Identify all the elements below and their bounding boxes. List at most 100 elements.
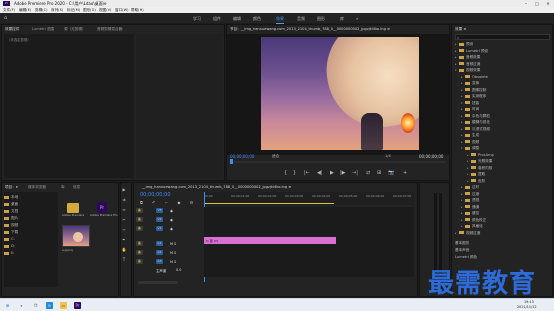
- track-name[interactable]: V1: [156, 226, 163, 231]
- maximize-button[interactable]: □: [532, 0, 542, 7]
- fit-dropdown[interactable]: 适合: [272, 154, 279, 159]
- effects-tree-item[interactable]: ▸ 实用程序: [455, 94, 554, 100]
- workspace-more-icon[interactable]: »: [356, 16, 358, 21]
- workspace-assembly[interactable]: 组件: [213, 16, 221, 22]
- thumb-folder[interactable]: Adobe Premiere: [62, 201, 84, 219]
- playhead-marker[interactable]: [230, 159, 233, 164]
- media-tree-item[interactable]: 下载: [4, 230, 56, 236]
- mark-in-button[interactable]: {: [284, 170, 287, 176]
- media-tree-item[interactable]: 文档: [4, 209, 56, 215]
- export-frame-button[interactable]: 📷: [388, 170, 394, 176]
- lock-icon[interactable]: 🔒: [136, 217, 143, 222]
- thumb-image[interactable]: [62, 225, 90, 247]
- effects-tree-item[interactable]: ▸ 风格化: [455, 224, 554, 230]
- essential-graphics-link[interactable]: 基本图形: [455, 241, 469, 246]
- effects-tree-item[interactable]: ▸ 模糊与锐化: [455, 120, 554, 126]
- effects-tree-item[interactable]: ▸ 颜色校正: [455, 218, 554, 224]
- search-icon[interactable]: ⌕: [18, 302, 25, 309]
- effects-tree-item[interactable]: ▸ 变换: [455, 81, 554, 87]
- pen-tool-icon[interactable]: ✒: [121, 237, 127, 243]
- mute-icon[interactable]: M S: [170, 260, 176, 264]
- track-name[interactable]: A1: [156, 241, 163, 246]
- track-area[interactable]: fx 图 [V]: [204, 207, 414, 277]
- quality-dropdown[interactable]: 1/4: [385, 154, 391, 158]
- effects-tree-item[interactable]: ▸ 过渡: [455, 192, 554, 198]
- step-forward-button[interactable]: |▶: [340, 170, 346, 176]
- mark-out-button[interactable]: }: [293, 170, 296, 176]
- media-tree-item[interactable]: D:: [4, 244, 56, 250]
- tab-effect-controls[interactable]: 效果控件: [5, 27, 19, 32]
- workspace-editing[interactable]: 编辑: [233, 16, 241, 22]
- step-back-button[interactable]: ◀|: [317, 170, 323, 176]
- track-select-tool-icon[interactable]: ⇉: [121, 197, 127, 203]
- windows-icon[interactable]: ⊞: [4, 302, 11, 309]
- timeline-zoom-scrollbar[interactable]: [138, 281, 178, 284]
- media-tree-item[interactable]: E:: [4, 251, 56, 257]
- effects-tree-item[interactable]: ▾ 扭曲: [455, 101, 554, 107]
- effects-tree-item[interactable]: ▸ 音频效果: [455, 55, 554, 61]
- track-name[interactable]: V2: [156, 217, 163, 222]
- media-tree-item[interactable]: 视频: [4, 223, 56, 229]
- close-button[interactable]: ✕: [543, 0, 553, 7]
- effects-tree-item[interactable]: ▸ 图像控制: [455, 88, 554, 94]
- timeline-toolbar-icons[interactable]: ⧉ ↶ ⌐ ◆ ⚙: [140, 200, 197, 205]
- effects-tree-item[interactable]: ▸ 光照效果: [455, 159, 554, 165]
- go-to-out-button[interactable]: →|: [352, 170, 358, 176]
- effects-tree-item[interactable]: ▸ 过时: [455, 185, 554, 191]
- effects-tree-item[interactable]: ▸ 杂色与颗粒: [455, 114, 554, 120]
- lock-icon[interactable]: 🔒: [136, 259, 143, 264]
- effects-tree-item[interactable]: ▸ 提取: [455, 172, 554, 178]
- lock-icon[interactable]: 🔒: [136, 241, 143, 246]
- thumb-premiere[interactable]: Pr Adobe Premiere Pro: [90, 201, 118, 219]
- effects-tree-item[interactable]: ▸ 视频过渡: [455, 231, 554, 237]
- effects-tree-item[interactable]: ▸ Lumetri 预设: [455, 49, 554, 55]
- lock-icon[interactable]: 🔒: [136, 250, 143, 255]
- effects-tree-item[interactable]: ▸ 生成: [455, 133, 554, 139]
- media-tree-item[interactable]: 桌面: [4, 202, 56, 208]
- effects-tree-item[interactable]: ▸ 视频: [455, 140, 554, 146]
- effects-tree-item[interactable]: ▸ 通道: [455, 205, 554, 211]
- effects-tree-item[interactable]: ▸ 透视: [455, 198, 554, 204]
- media-tree-item[interactable]: C:: [4, 237, 56, 243]
- lock-icon[interactable]: 🔒: [136, 208, 143, 213]
- effects-tree-item[interactable]: ▸ 时间: [455, 107, 554, 113]
- mute-icon[interactable]: M S: [170, 251, 176, 255]
- timeline-sequence-tab[interactable]: __img_hanxuewang.com_2013_2104_thumb_788…: [142, 185, 291, 189]
- clock-time[interactable]: 19:13: [524, 300, 534, 304]
- workspace-libraries[interactable]: 库: [340, 16, 344, 22]
- eye-icon[interactable]: ◉: [170, 218, 173, 222]
- essential-sound-link[interactable]: 基本声音: [455, 248, 469, 253]
- tab-audio-clip-mixer[interactable]: 音频剪辑混合器:: [97, 27, 123, 32]
- workspace-color[interactable]: 颜色: [253, 16, 261, 22]
- lock-icon[interactable]: 🔒: [136, 226, 143, 231]
- effects-tree-item[interactable]: ▸ Obsolete: [455, 75, 554, 81]
- eye-icon[interactable]: ◉: [170, 209, 173, 213]
- program-timecode-left[interactable]: 00;00;00;00: [230, 154, 254, 159]
- workspace-learn[interactable]: 学习: [193, 16, 201, 22]
- edge-icon[interactable]: e: [46, 302, 53, 309]
- razor-tool-icon[interactable]: ✂: [121, 217, 127, 223]
- effects-tree-item[interactable]: ▸ 沉浸式视频: [455, 127, 554, 133]
- work-area-bar[interactable]: [204, 203, 334, 204]
- program-monitor-tab[interactable]: 节目：__img_hanxuewang.com_2013_2104_thumb_…: [230, 27, 390, 32]
- media-tree-item[interactable]: 本地: [4, 195, 56, 201]
- effects-tree-item[interactable]: ▾ 调整: [455, 146, 554, 152]
- effects-tree-item[interactable]: ▸ 音频过渡: [455, 62, 554, 68]
- tab-info[interactable]: 信息: [73, 185, 80, 190]
- track-name[interactable]: V3: [156, 208, 163, 213]
- track-name[interactable]: A2: [156, 250, 163, 255]
- effects-panel-tab[interactable]: 效果 ≡: [455, 27, 466, 32]
- go-to-in-button[interactable]: |←: [304, 170, 310, 176]
- lift-button[interactable]: ⇄: [366, 170, 370, 176]
- media-tree-item[interactable]: 图片: [4, 216, 56, 222]
- tab-libraries[interactable]: 库: [61, 185, 65, 190]
- effects-tree-item[interactable]: ▸ 色阶: [455, 179, 554, 185]
- effects-tree-item[interactable]: ▸ 卷积内核: [455, 166, 554, 172]
- home-icon[interactable]: ⌂: [4, 15, 7, 21]
- master-volume[interactable]: 0.0: [176, 268, 181, 272]
- extract-button[interactable]: ⊞: [377, 170, 381, 176]
- effects-search-input[interactable]: ⌕: [455, 34, 550, 40]
- selection-tool-icon[interactable]: ▶: [121, 187, 127, 193]
- mute-icon[interactable]: M S: [170, 242, 176, 246]
- effects-tree-item[interactable]: ▸ ProcAmp: [455, 153, 554, 159]
